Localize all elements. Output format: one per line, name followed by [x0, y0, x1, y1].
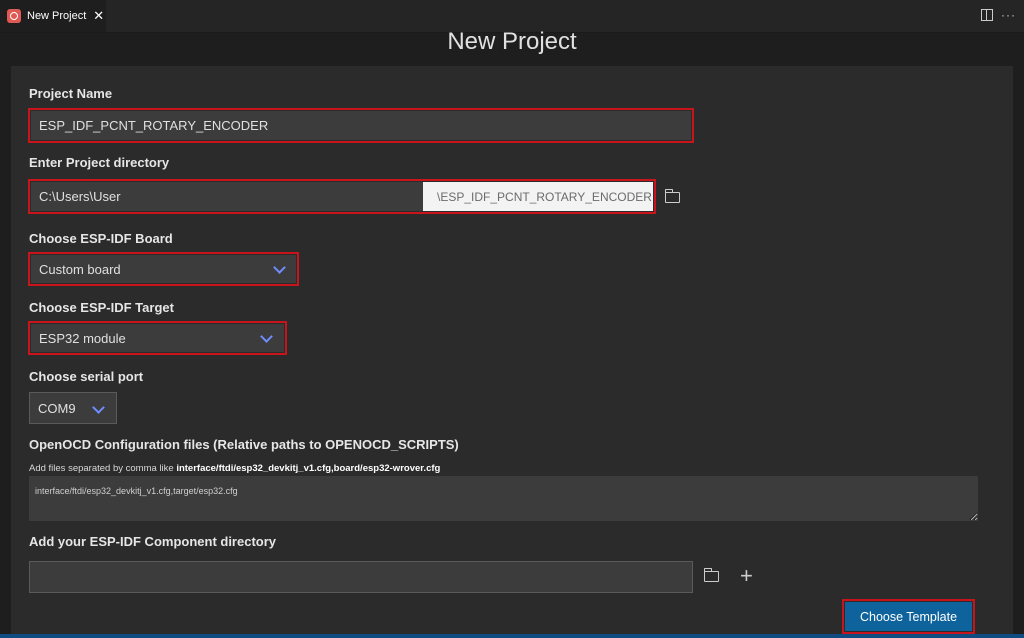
target-selected: ESP32 module: [39, 330, 126, 346]
openocd-helper-example: interface/ftdi/esp32_devkitj_v1.cfg,boar…: [176, 463, 441, 474]
esp-idf-icon: [7, 9, 21, 23]
component-dir-label: Add your ESP-IDF Component directory: [29, 534, 277, 549]
openocd-label: OpenOCD Configuration files (Relative pa…: [29, 437, 459, 452]
add-component-plus-icon[interactable]: +: [740, 565, 753, 587]
editor-actions: ···: [981, 8, 1016, 22]
status-bar-edge: [0, 634, 1024, 638]
close-icon[interactable]: ✕: [93, 8, 104, 24]
page-title: New Project: [447, 28, 577, 55]
board-selected: Custom board: [39, 261, 121, 277]
serial-port-selected: COM9: [38, 400, 76, 416]
project-dir-value: C:\Users\User: [39, 189, 121, 204]
serial-port-label: Choose serial port: [29, 369, 144, 384]
folder-icon[interactable]: [664, 189, 680, 203]
tab-label: New Project: [27, 10, 87, 22]
split-editor-icon[interactable]: [981, 9, 993, 21]
more-actions-icon[interactable]: ···: [1001, 8, 1016, 22]
project-dir-suffix: \ESP_IDF_PCNT_ROTARY_ENCODER: [423, 182, 653, 211]
board-select[interactable]: Custom board: [31, 255, 296, 283]
target-label: Choose ESP-IDF Target: [29, 300, 174, 315]
openocd-helper: Add files separated by comma like interf…: [29, 463, 440, 474]
project-name-value: ESP_IDF_PCNT_ROTARY_ENCODER: [39, 118, 269, 133]
chevron-down-icon: [273, 261, 286, 274]
component-dir-input[interactable]: [29, 561, 693, 593]
project-dir-label: Enter Project directory: [29, 155, 170, 170]
openocd-config-textarea[interactable]: interface/ftdi/esp32_devkitj_v1.cfg,targ…: [29, 476, 978, 521]
project-dir-input[interactable]: C:\Users\User: [31, 182, 423, 211]
chevron-down-icon: [92, 401, 105, 414]
openocd-helper-prefix: Add files separated by comma like: [29, 463, 177, 474]
choose-template-button[interactable]: Choose Template: [845, 602, 972, 631]
board-label: Choose ESP-IDF Board: [29, 231, 173, 246]
project-dir-suffix-text: \ESP_IDF_PCNT_ROTARY_ENCODER: [437, 189, 652, 204]
project-name-input[interactable]: ESP_IDF_PCNT_ROTARY_ENCODER: [31, 111, 691, 140]
serial-port-select[interactable]: COM9: [29, 392, 117, 424]
chevron-down-icon: [260, 330, 273, 343]
project-name-label: Project Name: [29, 86, 113, 101]
folder-icon[interactable]: [703, 568, 719, 582]
target-select[interactable]: ESP32 module: [31, 324, 284, 352]
